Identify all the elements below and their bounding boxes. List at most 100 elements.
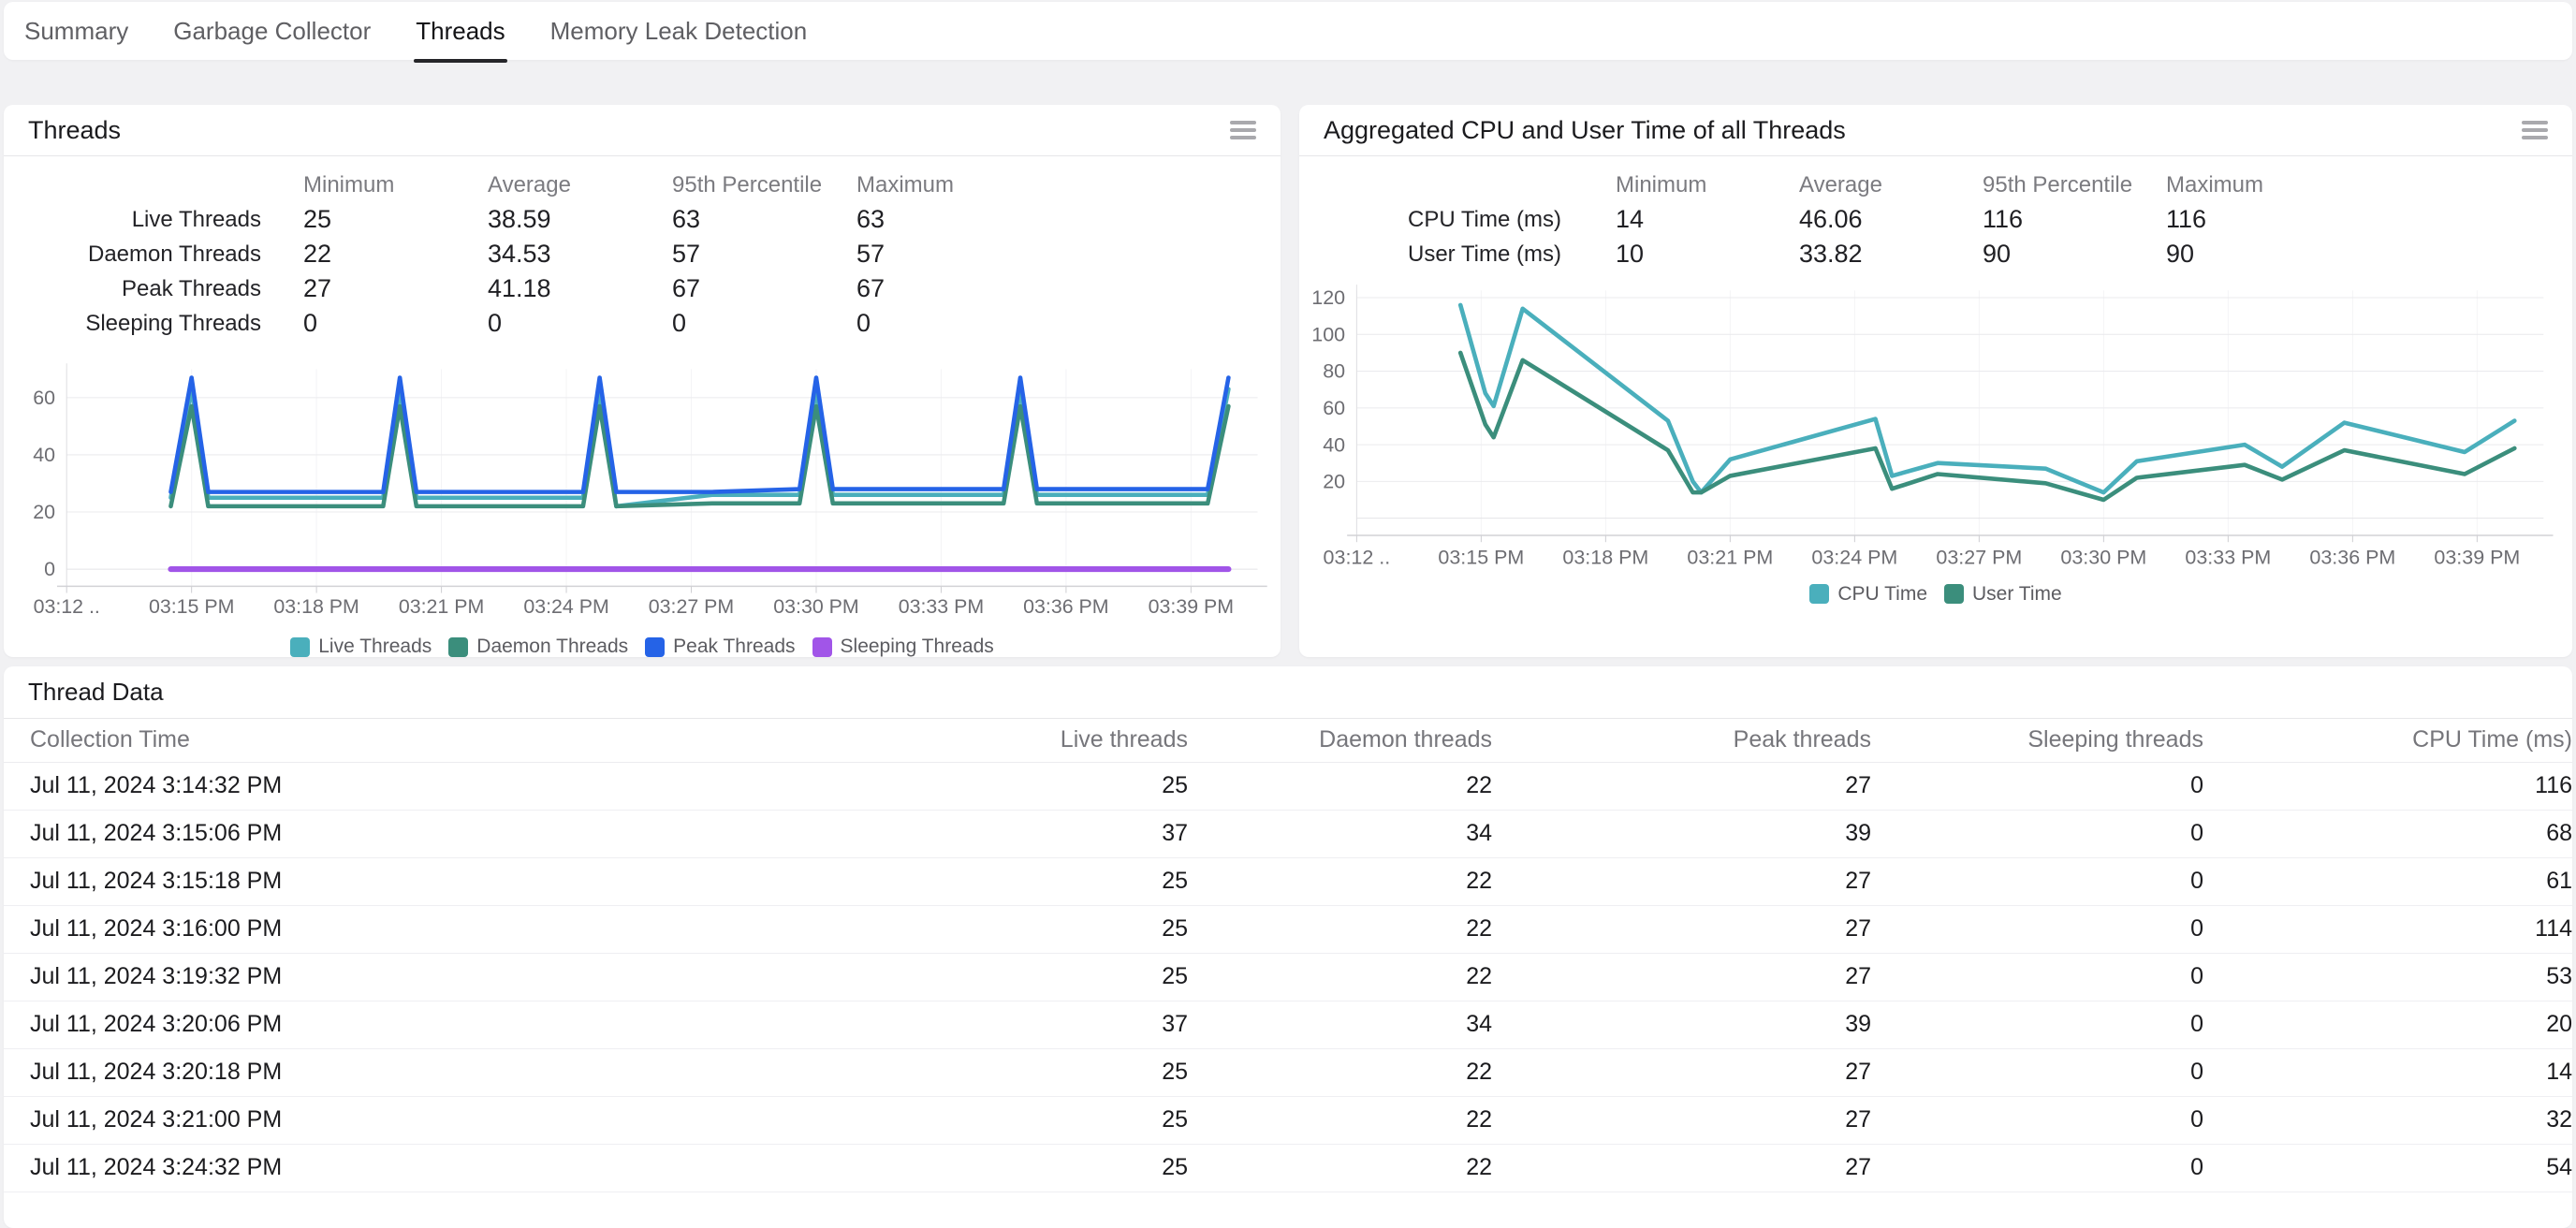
threads-chart[interactable]: 03:12 ..03:15 PM03:18 PM03:21 PM03:24 PM…	[4, 352, 1281, 622]
cpu-chart[interactable]: 03:12 ..03:15 PM03:18 PM03:21 PM03:24 PM…	[1299, 279, 2572, 570]
cpu-chart-legend: CPU Time User Time	[1299, 583, 2572, 606]
x-axis-tick-label: 03:21 PM	[399, 595, 484, 618]
value-cell: 27	[1492, 857, 1871, 905]
legend-label: Daemon Threads	[476, 636, 628, 658]
legend-swatch	[290, 637, 310, 657]
y-axis-tick-label: 40	[1323, 433, 1345, 456]
stats-row-label: User Time (ms)	[1299, 241, 1616, 268]
x-axis-tick-label: 03:18 PM	[1562, 547, 1648, 569]
legend-item-user-time[interactable]: User Time	[1944, 583, 2062, 606]
collection-time-cell: Jul 11, 2024 3:16:00 PM	[4, 905, 816, 953]
x-axis-tick-label: 03:21 PM	[1687, 547, 1773, 569]
value-cell: 0	[1871, 1096, 2203, 1144]
table-row: Jul 11, 2024 3:20:06 PM37343902014	[4, 1001, 2572, 1048]
value-cell: 22	[1188, 1048, 1492, 1096]
x-axis-tick-label: 03:12 ..	[34, 595, 100, 618]
stats-column-header: 95th Percentile	[1983, 172, 2166, 198]
chart-cpu-canvas[interactable]: 03:12 ..03:15 PM03:18 PM03:21 PM03:24 PM…	[1299, 279, 2572, 570]
collection-time-cell: Jul 11, 2024 3:15:18 PM	[4, 857, 816, 905]
value-cell: 20	[2203, 1001, 2572, 1048]
stats-column-header: Average	[488, 172, 672, 198]
tab-garbage-collector[interactable]: Garbage Collector	[171, 2, 373, 60]
stats-column-header: Maximum	[2166, 172, 2572, 198]
collection-time-cell: Jul 11, 2024 3:14:32 PM	[4, 762, 816, 810]
value-cell: 25	[816, 762, 1188, 810]
x-axis-tick-label: 03:39 PM	[2434, 547, 2520, 569]
value-cell: 27	[1492, 762, 1871, 810]
x-axis-tick-label: 03:24 PM	[1811, 547, 1897, 569]
value-cell: 27	[1492, 905, 1871, 953]
value-cell: 22	[1188, 1096, 1492, 1144]
y-axis-tick-label: 120	[1311, 286, 1345, 309]
stats-value: 0	[672, 309, 856, 338]
y-axis-tick-label: 0	[44, 558, 55, 580]
value-cell: 0	[1871, 1048, 2203, 1096]
x-axis-tick-label: 03:39 PM	[1149, 595, 1234, 618]
value-cell: 25	[816, 857, 1188, 905]
hamburger-icon[interactable]	[1230, 121, 1256, 139]
x-axis-tick-label: 03:36 PM	[1023, 595, 1108, 618]
cpu-panel-header: Aggregated CPU and User Time of all Thre…	[1299, 105, 2572, 156]
thread-data-title: Thread Data	[28, 678, 164, 707]
stats-header-row: MinimumAverage95th PercentileMaximum	[1299, 168, 2572, 202]
stats-value: 90	[1983, 240, 2166, 269]
column-header-live-threads: Live threads	[816, 719, 1188, 762]
x-axis-tick-label: 03:24 PM	[523, 595, 608, 618]
chart-threads-canvas[interactable]: 03:12 ..03:15 PM03:18 PM03:21 PM03:24 PM…	[4, 352, 1281, 622]
legend-item-sleeping-threads[interactable]: Sleeping Threads	[812, 636, 994, 658]
legend-swatch	[645, 637, 665, 657]
stats-value: 63	[672, 205, 856, 234]
value-cell: 25	[816, 905, 1188, 953]
threads-chart-legend: Live Threads Daemon Threads Peak Threads Sl…	[4, 636, 1281, 658]
stats-column-header: Average	[1799, 172, 1983, 198]
series-line-peak-threads	[170, 377, 1228, 491]
x-axis-tick-label: 03:27 PM	[1936, 547, 2022, 569]
legend-item-live-threads[interactable]: Live Threads	[290, 636, 432, 658]
value-cell: 0	[1871, 953, 2203, 1001]
x-axis-tick-label: 03:15 PM	[1438, 547, 1524, 569]
stats-row-label: Daemon Threads	[4, 241, 303, 268]
legend-item-daemon-threads[interactable]: Daemon Threads	[448, 636, 628, 658]
value-cell: 116	[2203, 762, 2572, 810]
stats-row-label: Peak Threads	[4, 276, 303, 302]
table-row: Jul 11, 2024 3:19:32 PM25222705337	[4, 953, 2572, 1001]
column-header-collection-time: Collection Time	[4, 719, 816, 762]
table-row: Jul 11, 2024 3:14:32 PM252227011690	[4, 762, 2572, 810]
stats-value: 25	[303, 205, 488, 234]
value-cell: 37	[816, 810, 1188, 857]
value-cell: 25	[816, 1096, 1188, 1144]
legend-item-peak-threads[interactable]: Peak Threads	[645, 636, 795, 658]
legend-item-cpu-time[interactable]: CPU Time	[1809, 583, 1927, 606]
table-header-row: Collection TimeLive threadsDaemon thread…	[4, 719, 2572, 762]
value-cell: 25	[816, 953, 1188, 1001]
stats-value: 46.06	[1799, 205, 1983, 234]
x-axis-tick-label: 03:15 PM	[149, 595, 234, 618]
value-cell: 27	[1492, 1144, 1871, 1191]
stats-row-label: Sleeping Threads	[4, 311, 303, 337]
value-cell: 0	[1871, 905, 2203, 953]
hamburger-icon[interactable]	[2522, 121, 2548, 139]
threads-panel-title: Threads	[28, 116, 121, 145]
cpu-stats-table: MinimumAverage95th PercentileMaximumCPU …	[1299, 156, 2572, 271]
stats-row-cpu-time-ms-: CPU Time (ms)1446.06116116	[1299, 202, 2572, 237]
table-row: Jul 11, 2024 3:15:06 PM37343906851	[4, 810, 2572, 857]
collection-time-cell: Jul 11, 2024 3:15:06 PM	[4, 810, 816, 857]
value-cell: 37	[816, 1001, 1188, 1048]
value-cell: 39	[1492, 810, 1871, 857]
tab-threads[interactable]: Threads	[414, 2, 506, 60]
stats-value: 33.82	[1799, 240, 1983, 269]
value-cell: 22	[1188, 1144, 1492, 1191]
stats-row-label: CPU Time (ms)	[1299, 207, 1616, 233]
stats-column-header: Maximum	[856, 172, 1281, 198]
y-axis-tick-label: 20	[1323, 471, 1345, 493]
x-axis-tick-label: 03:36 PM	[2309, 547, 2395, 569]
stats-value: 27	[303, 274, 488, 303]
tab-memory-leak-detection[interactable]: Memory Leak Detection	[549, 2, 810, 60]
value-cell: 22	[1188, 905, 1492, 953]
value-cell: 14	[2203, 1048, 2572, 1096]
stats-value: 116	[1983, 205, 2166, 234]
tab-summary[interactable]: Summary	[22, 2, 130, 60]
table-row: Jul 11, 2024 3:16:00 PM252227011486	[4, 905, 2572, 953]
stats-value: 116	[2166, 205, 2572, 234]
value-cell: 27	[1492, 1096, 1871, 1144]
